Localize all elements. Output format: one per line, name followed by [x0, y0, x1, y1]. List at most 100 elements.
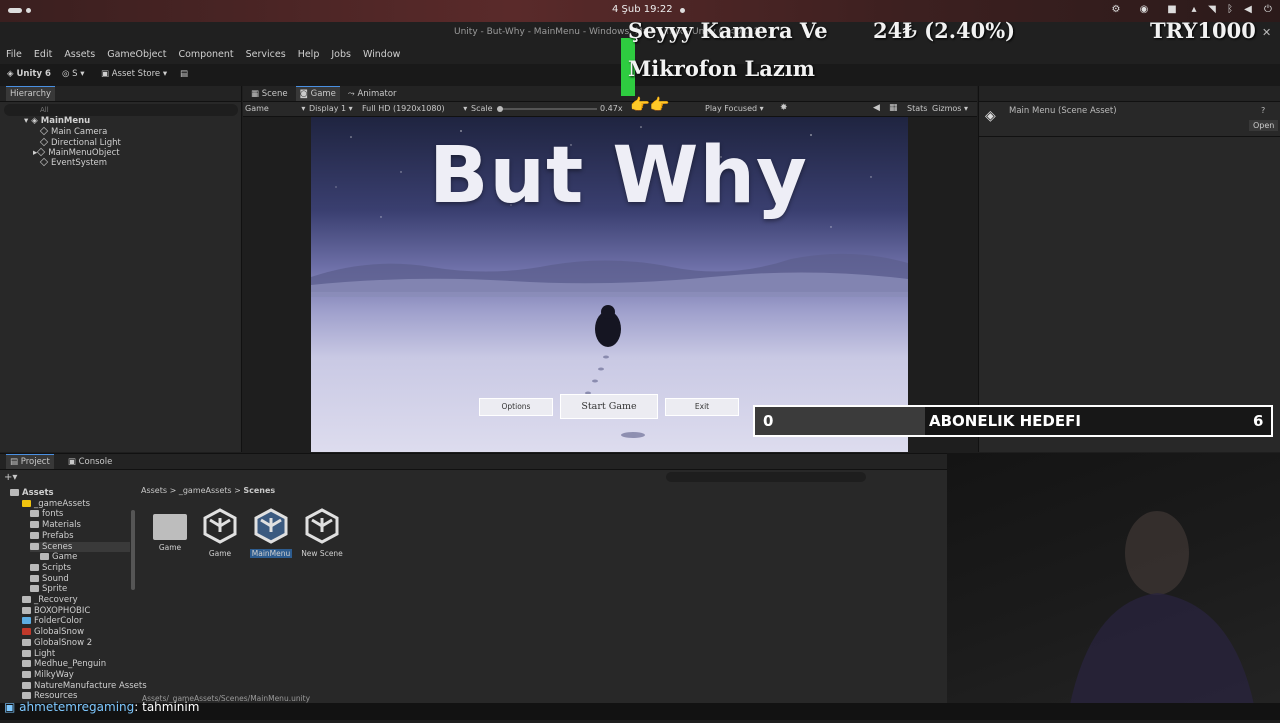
- open-button[interactable]: Open: [1249, 120, 1279, 131]
- gameobject-icon: [39, 126, 49, 136]
- hierarchy-item[interactable]: ▸ MainMenuObject: [33, 147, 120, 158]
- stats-button[interactable]: Stats: [907, 104, 927, 113]
- inspector-tab-header: [979, 86, 1280, 102]
- debug-icon[interactable]: ✸: [780, 103, 788, 113]
- donation-message-line1: Şeyyy Kamera Ve: [628, 18, 828, 43]
- tab-game[interactable]: ◙ Game: [295, 86, 340, 101]
- add-asset-button[interactable]: +▾: [4, 472, 17, 483]
- project-tree-item[interactable]: FolderColor: [22, 616, 82, 626]
- chat-message: ▣ ahmetemregaming: tahminim: [4, 700, 199, 714]
- breadcrumb-gameassets[interactable]: _gameAssets: [179, 486, 232, 495]
- account-button[interactable]: ◎ S ▾: [62, 69, 85, 79]
- asset-item[interactable]: Game: [148, 508, 192, 552]
- network-icon[interactable]: ▴: [1188, 4, 1200, 16]
- gizmos-dropdown[interactable]: Gizmos ▾: [932, 104, 968, 113]
- project-tree-item[interactable]: fonts: [30, 509, 63, 519]
- unity-version-button[interactable]: ◈ Unity 6: [7, 69, 51, 79]
- account-icon: ◎: [62, 69, 70, 79]
- mute-audio-icon[interactable]: ◀: [873, 103, 880, 113]
- hierarchy-scene-root[interactable]: ▾ ◈ MainMenu: [24, 116, 90, 126]
- hierarchy-search-input[interactable]: All: [4, 104, 238, 116]
- project-tree-item[interactable]: Materials: [30, 520, 81, 530]
- menu-gameobject[interactable]: GameObject: [107, 49, 166, 60]
- scale-slider[interactable]: [497, 108, 597, 110]
- resolution-dropdown[interactable]: Full HD (1920x1080) ▾: [362, 104, 467, 113]
- package-manager-icon[interactable]: ▤: [180, 69, 188, 79]
- asset-item[interactable]: Game: [198, 508, 242, 558]
- folder-icon: [30, 563, 39, 571]
- project-tree-item[interactable]: _gameAssets: [22, 499, 90, 509]
- project-tree-item[interactable]: Scenes: [30, 541, 130, 552]
- project-tree-item[interactable]: GlobalSnow 2: [22, 638, 92, 648]
- volume-icon[interactable]: ◀: [1242, 4, 1254, 16]
- scale-slider-handle[interactable]: [497, 106, 503, 112]
- bluetooth-icon[interactable]: ᛒ: [1224, 4, 1236, 16]
- window-close-icon[interactable]: ✕: [1262, 26, 1271, 39]
- project-tree-item[interactable]: Prefabs: [30, 531, 74, 541]
- project-tree-item[interactable]: Medhue_Penguin: [22, 659, 106, 669]
- project-tree-item[interactable]: BOXOPHOBIC: [22, 606, 90, 616]
- inspector-panel: ◈ Main Menu (Scene Asset) ? Open: [978, 86, 1280, 452]
- menu-jobs[interactable]: Jobs: [331, 49, 351, 60]
- display-dropdown[interactable]: Display 1 ▾: [309, 104, 353, 113]
- project-search-input[interactable]: [666, 472, 866, 482]
- hierarchy-item-label: EventSystem: [51, 158, 108, 168]
- project-tree-item[interactable]: Game: [40, 552, 77, 562]
- project-tree-label: Medhue_Penguin: [34, 659, 107, 670]
- project-tree-item[interactable]: Sound: [30, 574, 69, 584]
- tab-scene-label: Scene: [261, 88, 288, 99]
- project-tree-item[interactable]: Assets: [10, 488, 54, 498]
- asset-store-button[interactable]: ▣ Asset Store ▾: [101, 69, 167, 79]
- asset-item[interactable]: New Scene: [300, 508, 344, 558]
- options-button[interactable]: Options: [479, 398, 553, 416]
- power-icon[interactable]: ⏻: [1262, 4, 1274, 16]
- breadcrumb-scenes[interactable]: Scenes: [243, 486, 275, 495]
- hierarchy-item[interactable]: Main Camera: [39, 126, 107, 137]
- camera-icon[interactable]: ■: [1166, 4, 1178, 16]
- display-mode-dropdown[interactable]: Game ▾: [245, 104, 305, 113]
- tree-scrollbar[interactable]: [131, 510, 135, 590]
- menu-window[interactable]: Window: [363, 49, 400, 60]
- menu-component[interactable]: Component: [178, 49, 233, 60]
- menu-services[interactable]: Services: [246, 49, 286, 60]
- workspace-indicator[interactable]: [8, 8, 38, 13]
- folder-icon: [22, 606, 31, 614]
- tray-browser-icon[interactable]: ◉: [1138, 4, 1150, 16]
- tab-animator[interactable]: ⤳ Animator: [344, 87, 401, 101]
- project-tree-item[interactable]: Scripts: [30, 563, 71, 573]
- project-tree-item[interactable]: GlobalSnow: [22, 627, 84, 637]
- tab-project-label: Project: [20, 457, 50, 467]
- help-icon[interactable]: ?: [1261, 106, 1265, 115]
- menu-edit[interactable]: Edit: [34, 49, 52, 60]
- tab-scene[interactable]: ▦ Scene: [247, 87, 292, 101]
- exit-button[interactable]: Exit: [665, 398, 739, 416]
- tab-project[interactable]: ▤ Project: [6, 454, 54, 469]
- menu-help[interactable]: Help: [298, 49, 320, 60]
- project-tree-item[interactable]: Sprite: [30, 584, 67, 594]
- project-tree-item[interactable]: Light: [22, 649, 55, 659]
- folder-icon: [22, 681, 31, 689]
- os-clock[interactable]: 4 Şub 19:22: [612, 4, 673, 15]
- asset-item-selected[interactable]: MainMenu: [249, 508, 293, 558]
- tray-app-icon[interactable]: ⚙: [1110, 4, 1122, 16]
- project-tree-label: Game: [52, 552, 78, 563]
- breadcrumb-assets[interactable]: Assets: [141, 486, 167, 495]
- wifi-icon[interactable]: ◥: [1206, 4, 1218, 16]
- project-tree-item[interactable]: MilkyWay: [22, 670, 74, 680]
- project-tree-label: FolderColor: [34, 616, 83, 627]
- menu-file[interactable]: File: [6, 49, 22, 60]
- keyboard-icon[interactable]: ▦: [889, 103, 898, 113]
- tab-console[interactable]: ▣ Console: [64, 455, 116, 469]
- start-game-button[interactable]: Start Game: [560, 394, 658, 419]
- hierarchy-item[interactable]: EventSystem: [39, 157, 108, 168]
- asset-label: Game: [208, 549, 232, 558]
- menu-assets[interactable]: Assets: [64, 49, 95, 60]
- game-view[interactable]: But Why Options Start Game Exit: [311, 117, 908, 452]
- asset-store-label: Asset Store: [111, 69, 161, 79]
- tab-game-label: Game: [310, 89, 336, 99]
- tab-hierarchy[interactable]: Hierarchy: [6, 86, 56, 101]
- play-mode-dropdown[interactable]: Play Focused ▾: [705, 104, 764, 113]
- hierarchy-item[interactable]: Directional Light: [39, 137, 121, 148]
- project-tree-item[interactable]: _Recovery: [22, 595, 78, 605]
- project-tree-item[interactable]: NatureManufacture Assets: [22, 681, 147, 691]
